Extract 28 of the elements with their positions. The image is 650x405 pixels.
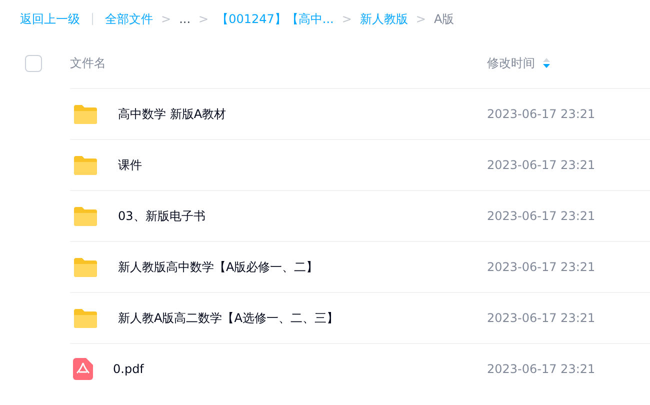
modified-time: 2023-06-17 23:21 [487, 311, 596, 325]
file-name[interactable]: 03、新版电子书 [118, 208, 206, 224]
pdf-icon [73, 358, 93, 380]
folder-icon [73, 154, 98, 176]
separator: > [198, 12, 209, 26]
file-name[interactable]: 课件 [118, 156, 142, 174]
folder-icon [73, 256, 98, 278]
file-name[interactable]: 0.pdf [113, 362, 144, 376]
modified-time: 2023-06-17 23:21 [487, 260, 596, 274]
current-folder: A版 [434, 10, 454, 28]
column-header[interactable]: 修改时间 [487, 54, 535, 72]
file-name[interactable]: 新人教版高中数学【A版必修一、二】 [118, 258, 318, 276]
folder-icon [73, 104, 98, 124]
sort-icon[interactable] [543, 58, 550, 68]
modified-time: 2023-06-17 23:21 [487, 209, 596, 223]
breadcrumb-ellipsis[interactable]: ... [179, 12, 191, 26]
separator: > [161, 12, 172, 26]
column-header: 文件名 [70, 54, 106, 72]
file-name[interactable]: 高中数学 新版A教材 [118, 106, 226, 122]
file-name[interactable]: 新人教A版高二数学【A选修一、二、三】 [118, 310, 338, 326]
separator: > [416, 12, 426, 26]
select-all-checkbox[interactable] [25, 54, 42, 72]
folder-icon [73, 206, 98, 226]
modified-time: 2023-06-17 23:21 [487, 107, 596, 121]
modified-time: 2023-06-17 23:21 [487, 362, 596, 376]
separator: > [342, 12, 352, 26]
folder-icon [73, 308, 98, 328]
modified-time: 2023-06-17 23:21 [487, 158, 596, 172]
